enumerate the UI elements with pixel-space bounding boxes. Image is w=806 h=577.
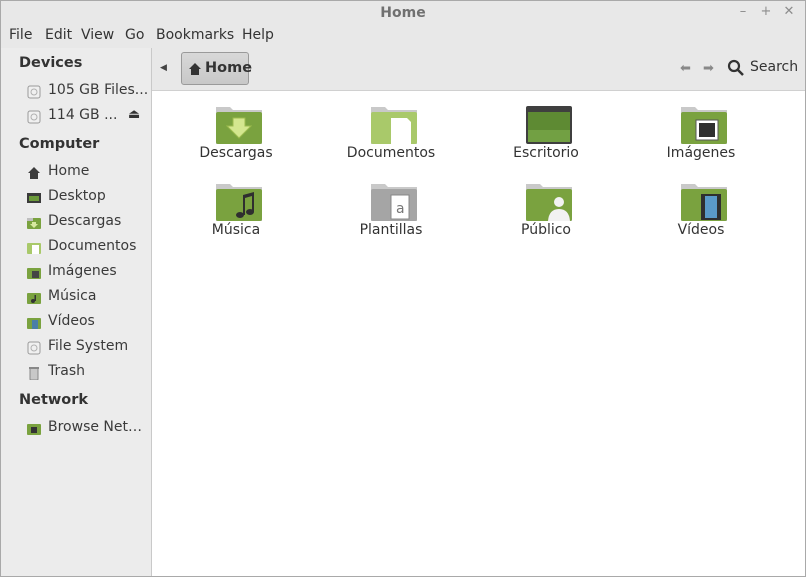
downloads-folder-icon <box>216 107 262 144</box>
breadcrumb-left-arrow-icon[interactable]: ◀ <box>160 63 167 73</box>
sidebar-item-browse-network[interactable]: Browse Netw... <box>27 419 149 439</box>
folder-escritorio[interactable]: Escritorio <box>476 104 616 174</box>
documents-folder-icon <box>371 107 417 144</box>
menu-go[interactable]: Go <box>125 27 144 43</box>
drive-icon <box>27 341 41 355</box>
sidebar-item-label: File System <box>48 338 129 354</box>
sidebar-item-imagenes[interactable]: Imágenes <box>27 263 149 283</box>
sidebar-item-label: Música <box>48 288 97 304</box>
trash-icon <box>29 367 39 380</box>
folder-label: Público <box>521 222 571 238</box>
drive-icon <box>27 85 41 99</box>
downloads-folder-icon <box>27 218 41 229</box>
sidebar-item-label: Descargas <box>48 213 122 229</box>
home-icon <box>189 63 201 75</box>
devices-heading: Devices <box>19 55 83 71</box>
folder-videos[interactable]: Vídeos <box>631 181 771 251</box>
templates-folder-icon: a <box>371 184 417 221</box>
network-folder-icon <box>27 424 41 435</box>
music-folder-icon <box>27 293 41 304</box>
minimize-icon[interactable]: – <box>735 4 751 20</box>
title-bar[interactable]: Home – + ✕ <box>1 1 805 25</box>
sidebar-item-label: Documentos <box>48 238 137 254</box>
sidebar-item-label: Imágenes <box>48 263 117 279</box>
menu-edit[interactable]: Edit <box>45 27 72 43</box>
sidebar-item-label: Vídeos <box>48 313 95 329</box>
menu-file[interactable]: File <box>9 27 32 43</box>
folder-publico[interactable]: Público <box>476 181 616 251</box>
folder-imagenes[interactable]: Imágenes <box>631 104 771 174</box>
forward-arrow-icon[interactable]: ➡ <box>703 61 714 76</box>
window-title: Home <box>380 5 426 21</box>
folder-label: Descargas <box>199 145 273 161</box>
sidebar-item-label: 114 GB ... <box>48 107 118 123</box>
folder-plantillas[interactable]: a Plantillas <box>321 181 461 251</box>
folder-label: Escritorio <box>513 145 579 161</box>
sidebar-item-drive-114gb[interactable]: 114 GB ... ⏏ <box>27 107 149 127</box>
back-arrow-icon[interactable]: ⬅ <box>680 61 691 76</box>
computer-heading: Computer <box>19 136 100 152</box>
breadcrumb-label: Home <box>205 60 253 76</box>
search-icon <box>727 59 744 76</box>
videos-folder-icon <box>27 318 41 329</box>
maximize-icon[interactable]: + <box>758 4 774 20</box>
folder-documentos[interactable]: Documentos <box>321 104 461 174</box>
file-manager-window: Home – + ✕ File Edit View Go Bookmarks H… <box>0 0 806 577</box>
desktop-folder-icon <box>526 106 572 144</box>
sidebar-item-trash[interactable]: Trash <box>27 363 149 383</box>
public-folder-icon <box>526 184 572 221</box>
sidebar-item-label: Trash <box>48 363 85 379</box>
pictures-folder-icon <box>681 107 727 144</box>
svg-text:a: a <box>396 201 405 217</box>
sidebar-item-documentos[interactable]: Documentos <box>27 238 149 258</box>
folder-label: Plantillas <box>359 222 423 238</box>
search-label: Search <box>750 59 799 75</box>
sidebar-item-label: Home <box>48 163 90 179</box>
sidebar-item-home[interactable]: Home <box>27 163 149 183</box>
places-sidebar: Devices 105 GB Files... 114 GB ... ⏏ Com… <box>1 48 152 576</box>
pictures-folder-icon <box>27 268 41 279</box>
desktop-icon <box>27 193 41 203</box>
sidebar-item-drive-105gb[interactable]: 105 GB Files... <box>27 82 149 102</box>
network-heading: Network <box>19 392 89 408</box>
drive-icon <box>27 110 41 124</box>
sidebar-item-file-system[interactable]: File System <box>27 338 149 358</box>
menu-view[interactable]: View <box>81 27 114 43</box>
search-button[interactable]: Search <box>727 59 799 79</box>
folder-label: Música <box>211 222 261 238</box>
sidebar-item-videos[interactable]: Vídeos <box>27 313 149 333</box>
home-icon <box>28 167 40 179</box>
sidebar-item-label: Desktop <box>48 188 106 204</box>
sidebar-item-desktop[interactable]: Desktop <box>27 188 149 208</box>
sidebar-item-musica[interactable]: Música <box>27 288 149 308</box>
folder-label: Imágenes <box>666 145 736 161</box>
music-folder-icon <box>216 184 262 221</box>
toolbar: ◀ Home ⬅ ➡ Search <box>152 48 805 91</box>
folder-descargas[interactable]: Descargas <box>166 104 306 174</box>
sidebar-item-label: Browse Netw... <box>48 419 149 435</box>
documents-folder-icon <box>27 243 41 254</box>
close-icon[interactable]: ✕ <box>781 4 797 20</box>
folder-label: Vídeos <box>677 222 725 238</box>
sidebar-item-descargas[interactable]: Descargas <box>27 213 149 233</box>
menu-help[interactable]: Help <box>242 27 274 43</box>
breadcrumb-home-button[interactable]: Home <box>181 52 253 85</box>
menu-bar: File Edit View Go Bookmarks Help <box>1 25 805 47</box>
folder-musica[interactable]: Música <box>166 181 306 251</box>
videos-folder-icon <box>681 184 727 221</box>
eject-icon[interactable]: ⏏ <box>128 107 140 122</box>
file-view[interactable]: Descargas Documentos Escritorio Imágenes… <box>152 91 805 576</box>
sidebar-item-label: 105 GB Files... <box>48 82 149 98</box>
menu-bookmarks[interactable]: Bookmarks <box>156 27 234 43</box>
folder-label: Documentos <box>346 145 436 161</box>
